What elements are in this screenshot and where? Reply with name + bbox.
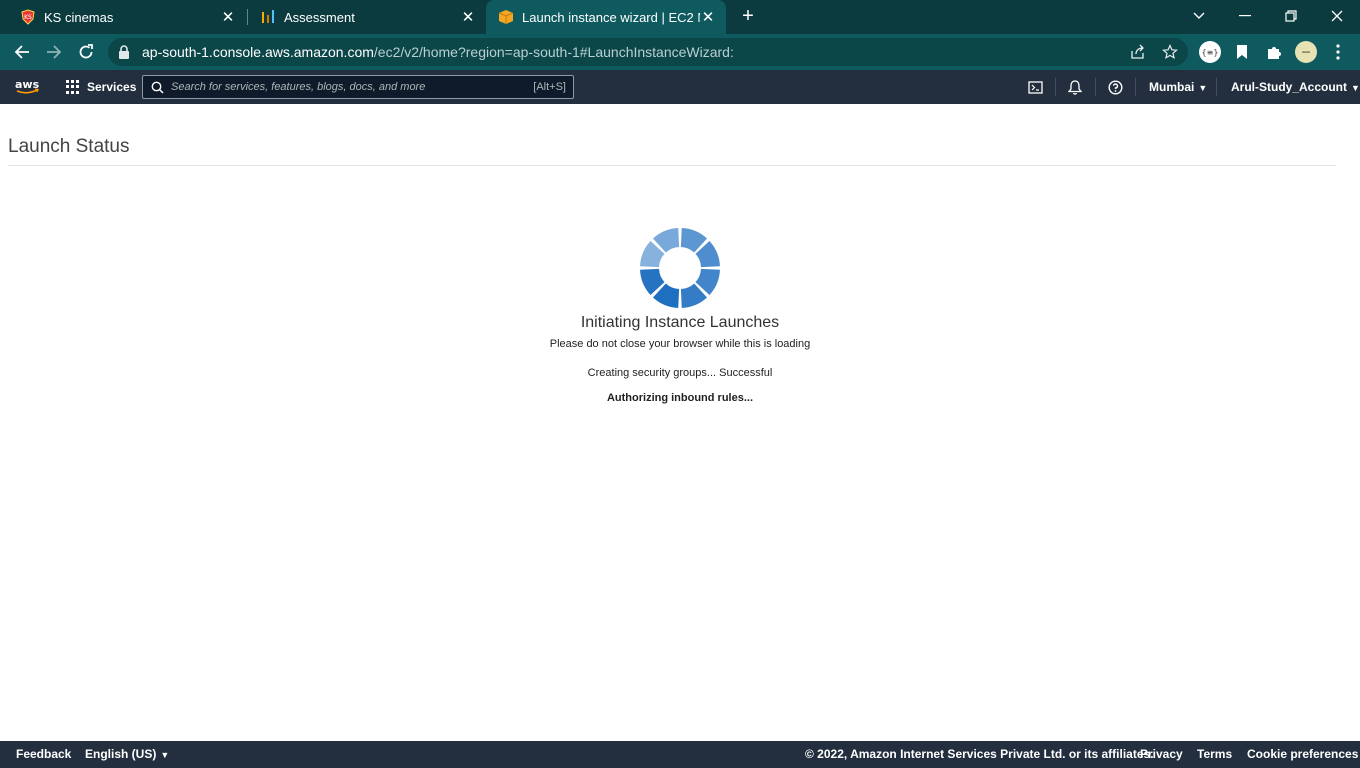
- caret-down-icon: ▼: [1198, 83, 1208, 93]
- tab-launch-instance-wizard[interactable]: Launch instance wizard | EC2 Ma ✕: [486, 0, 726, 34]
- svg-text:{≡}: {≡}: [1202, 48, 1219, 57]
- loading-spinner-icon: [640, 228, 720, 308]
- bookmark-star-icon[interactable]: [1160, 42, 1180, 62]
- profile-avatar[interactable]: [1294, 40, 1318, 64]
- tab-title: KS cinemas: [44, 9, 114, 25]
- aws-console-nav: aws Services Search for services, featur…: [0, 70, 1360, 104]
- close-tab-icon[interactable]: ✕: [700, 9, 716, 26]
- caret-down-icon: ▼: [160, 750, 170, 760]
- forward-arrow-icon[interactable]: [44, 42, 64, 62]
- browser-toolbar: ap-south-1.console.aws.amazon.com/ec2/v2…: [0, 34, 1360, 70]
- extensions-puzzle-icon[interactable]: [1262, 40, 1286, 64]
- back-arrow-icon[interactable]: [12, 42, 32, 62]
- step-security-groups: Creating security groups... Successful: [587, 367, 773, 379]
- notifications-bell-icon[interactable]: [1066, 78, 1084, 96]
- nav-divider: [1055, 78, 1056, 96]
- new-tab-plus-icon[interactable]: +: [738, 5, 758, 27]
- url-text: ap-south-1.console.aws.amazon.com/ec2/v2…: [142, 44, 734, 60]
- lock-icon: [119, 45, 129, 59]
- copyright-text: © 2022, Amazon Internet Services Private…: [805, 747, 1154, 761]
- close-tab-icon[interactable]: ✕: [460, 9, 476, 26]
- close-window-icon[interactable]: [1327, 6, 1347, 26]
- minimize-icon[interactable]: [1235, 6, 1255, 26]
- status-subtitle: Please do not close your browser while t…: [549, 338, 811, 350]
- browser-tab-strip: KS KS cinemas ✕ Assessment ✕ Launch inst…: [0, 0, 1360, 34]
- nav-divider: [1135, 78, 1136, 96]
- aws-box-favicon-icon: [498, 9, 514, 25]
- search-icon: [151, 81, 164, 94]
- page-title: Launch Status: [8, 136, 130, 157]
- share-icon[interactable]: [1128, 42, 1148, 62]
- language-selector[interactable]: English (US) ▼: [85, 747, 169, 761]
- console-search-input[interactable]: Search for services, features, blogs, do…: [142, 75, 574, 99]
- tab-ks-cinemas[interactable]: KS KS cinemas ✕: [0, 0, 246, 34]
- ks-cinemas-favicon-icon: KS: [20, 9, 36, 25]
- privacy-link[interactable]: Privacy: [1140, 747, 1183, 761]
- terms-link[interactable]: Terms: [1197, 747, 1232, 761]
- browser-menu-icon[interactable]: [1326, 40, 1350, 64]
- caret-down-icon: ▼: [1351, 83, 1360, 93]
- assessment-chart-favicon-icon: [260, 9, 276, 25]
- restore-window-icon[interactable]: [1281, 6, 1301, 26]
- json-extension-icon[interactable]: {≡}: [1198, 40, 1222, 64]
- svg-text:KS: KS: [24, 14, 32, 21]
- tab-search-chevron-icon[interactable]: [1189, 6, 1209, 26]
- address-bar[interactable]: ap-south-1.console.aws.amazon.com/ec2/v2…: [108, 38, 1188, 66]
- nav-divider: [1216, 78, 1217, 96]
- title-divider: [8, 165, 1336, 166]
- cookie-preferences-link[interactable]: Cookie preferences: [1247, 747, 1358, 761]
- cloudshell-icon[interactable]: [1026, 78, 1044, 96]
- feedback-link[interactable]: Feedback: [16, 747, 71, 761]
- region-selector[interactable]: Mumbai ▼: [1149, 80, 1207, 94]
- search-shortcut: [Alt+S]: [533, 81, 566, 93]
- close-tab-icon[interactable]: ✕: [220, 9, 236, 26]
- aws-logo-icon[interactable]: aws: [14, 78, 42, 96]
- console-footer: Feedback English (US) ▼ © 2022, Amazon In…: [0, 741, 1360, 768]
- services-label: Services: [87, 80, 137, 94]
- help-icon[interactable]: [1106, 78, 1124, 96]
- tab-assessment[interactable]: Assessment ✕: [240, 0, 486, 34]
- reload-icon[interactable]: [76, 42, 96, 62]
- account-menu[interactable]: Arul-Study_Account ▼: [1231, 80, 1360, 94]
- app-grid-icon: [66, 80, 80, 94]
- nav-divider: [1095, 78, 1096, 96]
- status-title: Initiating Instance Launches: [580, 314, 780, 331]
- bookmark-icon[interactable]: [1230, 40, 1254, 64]
- step-inbound-rules: Authorizing inbound rules...: [606, 392, 754, 404]
- tab-title: Launch instance wizard | EC2 Ma: [522, 9, 700, 25]
- services-menu-button[interactable]: Services: [66, 78, 136, 96]
- tab-title: Assessment: [284, 9, 355, 25]
- search-placeholder: Search for services, features, blogs, do…: [171, 81, 426, 93]
